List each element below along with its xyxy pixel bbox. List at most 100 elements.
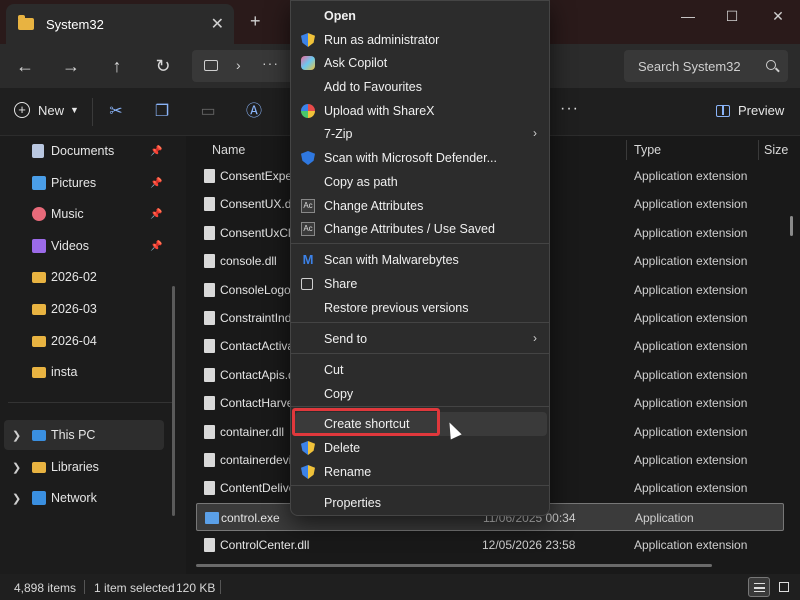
sidebar-item-this-pc[interactable]: ❯ This PC — [4, 420, 164, 450]
menu-item-label: Delete — [324, 441, 361, 455]
file-type: Application extension — [634, 254, 748, 269]
file-icon — [204, 339, 215, 354]
breadcrumb-chevron-icon[interactable]: › — [236, 57, 241, 73]
paste-icon[interactable]: ▭ — [198, 102, 218, 122]
back-arrow-icon[interactable]: ← — [12, 53, 38, 79]
sidebar-item-label: Network — [51, 491, 97, 505]
table-row[interactable]: ControlCenter.dll 12/05/2026 23:58 Applica… — [196, 531, 784, 559]
menu-item-copy[interactable]: Copy — [295, 382, 547, 406]
menu-item-delete[interactable]: Delete — [295, 436, 547, 460]
up-arrow-icon[interactable]: ↑ — [104, 53, 130, 79]
column-header-type[interactable]: Type — [634, 136, 661, 164]
sidebar-item-libraries[interactable]: ❯ Libraries — [0, 452, 170, 482]
network-icon — [32, 491, 46, 505]
column-header-name[interactable]: Name — [212, 136, 245, 164]
file-icon — [204, 197, 215, 212]
menu-item-scan-with-microsoft-defender[interactable]: Scan with Microsoft Defender... — [295, 146, 547, 170]
sidebar-scrollbar[interactable] — [172, 286, 175, 516]
tab-title: System32 — [46, 16, 104, 32]
list-scrollbar[interactable] — [790, 216, 793, 236]
search-input[interactable]: Search System32 — [624, 50, 788, 82]
menu-item-restore-previous-versions[interactable]: Restore previous versions — [295, 296, 547, 320]
sidebar-item-music[interactable]: Music 📌 — [0, 199, 170, 229]
pin-icon: 📌 — [150, 177, 163, 189]
attributes-icon: Ac — [301, 222, 315, 236]
file-type: Application extension — [634, 538, 748, 553]
horizontal-scrollbar[interactable] — [196, 564, 712, 567]
refresh-icon[interactable]: ↻ — [150, 53, 176, 79]
menu-item-label: Rename — [324, 465, 372, 479]
file-type: Application extension — [634, 339, 748, 354]
menu-item-scan-with-malwarebytes[interactable]: M Scan with Malwarebytes — [295, 248, 547, 272]
tab-system32[interactable]: System32 ✕ — [6, 4, 234, 44]
menu-item-label: Properties — [324, 496, 381, 510]
copy-icon[interactable]: ❐ — [152, 102, 172, 122]
menu-item-upload-with-sharex[interactable]: Upload with ShareX — [295, 99, 547, 123]
chevron-right-icon[interactable]: ❯ — [12, 461, 21, 474]
context-menu: Open Run as administrator Ask Copilot Add t… — [290, 0, 550, 516]
new-button[interactable]: + New ▼ — [14, 102, 79, 118]
more-options-button[interactable]: ··· — [560, 100, 579, 118]
menu-item-change-attributes[interactable]: Ac Change Attributes — [295, 194, 547, 218]
file-icon — [204, 396, 215, 411]
menu-item-label: Scan with Malwarebytes — [324, 253, 459, 267]
address-bar[interactable]: › ··· — [192, 50, 302, 82]
sidebar-item-label: 2026-04 — [51, 334, 97, 348]
menu-item-label: Ask Copilot — [324, 56, 388, 70]
maximize-button[interactable]: ☐ — [722, 6, 742, 26]
menu-item-add-to-favourites[interactable]: Add to Favourites — [295, 75, 547, 99]
menu-separator — [291, 485, 549, 486]
menu-item-cut[interactable]: Cut — [295, 358, 547, 382]
new-tab-button[interactable]: + — [250, 11, 261, 32]
preview-button[interactable]: Preview — [716, 103, 784, 118]
close-tab-icon[interactable]: ✕ — [211, 14, 224, 34]
menu-item-run-as-administrator[interactable]: Run as administrator — [295, 28, 547, 52]
menu-item-ask-copilot[interactable]: Ask Copilot — [295, 51, 547, 75]
details-view-button[interactable] — [748, 577, 770, 597]
cut-icon[interactable]: ✂ — [106, 102, 126, 122]
minimize-button[interactable]: — — [678, 6, 698, 26]
sidebar-item-2026-03[interactable]: 2026-03 — [0, 294, 170, 324]
menu-item-rename[interactable]: Rename — [295, 460, 547, 484]
menu-item-label: Upload with ShareX — [324, 104, 435, 118]
close-window-button[interactable]: ✕ — [768, 6, 788, 26]
file-name: ContactApis.d — [220, 367, 295, 382]
menu-item-change-attributes-use-saved[interactable]: Ac Change Attributes / Use Saved — [295, 217, 547, 241]
menu-item-share[interactable]: Share — [295, 272, 547, 296]
menu-item-label: Run as administrator — [324, 33, 440, 47]
forward-arrow-icon[interactable]: → — [58, 53, 84, 79]
menu-item-label: Send to — [324, 332, 368, 346]
column-divider[interactable] — [758, 140, 759, 160]
rename-icon[interactable]: Ⓐ — [244, 102, 264, 122]
sidebar-item-videos[interactable]: Videos 📌 — [0, 231, 170, 261]
sidebar-item-label: insta — [51, 365, 78, 379]
menu-item-open[interactable]: Open — [295, 4, 547, 28]
pin-icon: 📌 — [150, 208, 163, 220]
folder-icon — [18, 15, 34, 30]
sidebar-item-label: Music — [51, 207, 84, 221]
column-header-size[interactable]: Size — [764, 136, 788, 164]
file-name: ConsentUX.dll — [220, 197, 297, 212]
application-icon — [205, 511, 219, 524]
file-name: ConstraintInde — [220, 311, 299, 325]
sidebar-item-2026-04[interactable]: 2026-04 — [0, 326, 170, 356]
tiles-view-button[interactable] — [774, 577, 796, 597]
file-icon — [204, 311, 215, 325]
sidebar-item-network[interactable]: ❯ Network — [0, 483, 170, 513]
file-name: ContactActivat — [220, 339, 298, 354]
sidebar-item-2026-02[interactable]: 2026-02 — [0, 262, 170, 292]
menu-item-copy-as-path[interactable]: Copy as path — [295, 170, 547, 194]
menu-item-7-zip[interactable]: 7-Zip › — [295, 122, 547, 146]
column-divider[interactable] — [626, 140, 627, 160]
file-icon — [204, 424, 215, 439]
menu-item-properties[interactable]: Properties — [295, 491, 547, 515]
file-icon — [204, 367, 215, 382]
search-icon[interactable] — [766, 60, 776, 70]
chevron-right-icon[interactable]: ❯ — [12, 492, 21, 505]
sidebar-item-documents[interactable]: Documents 📌 — [0, 136, 170, 166]
breadcrumb-overflow-button[interactable]: ··· — [262, 55, 279, 71]
chevron-right-icon[interactable]: ❯ — [12, 429, 21, 442]
sidebar-item-pictures[interactable]: Pictures 📌 — [0, 168, 170, 198]
menu-item-send-to[interactable]: Send to › — [295, 327, 547, 351]
sidebar-item-insta[interactable]: insta — [0, 357, 170, 387]
